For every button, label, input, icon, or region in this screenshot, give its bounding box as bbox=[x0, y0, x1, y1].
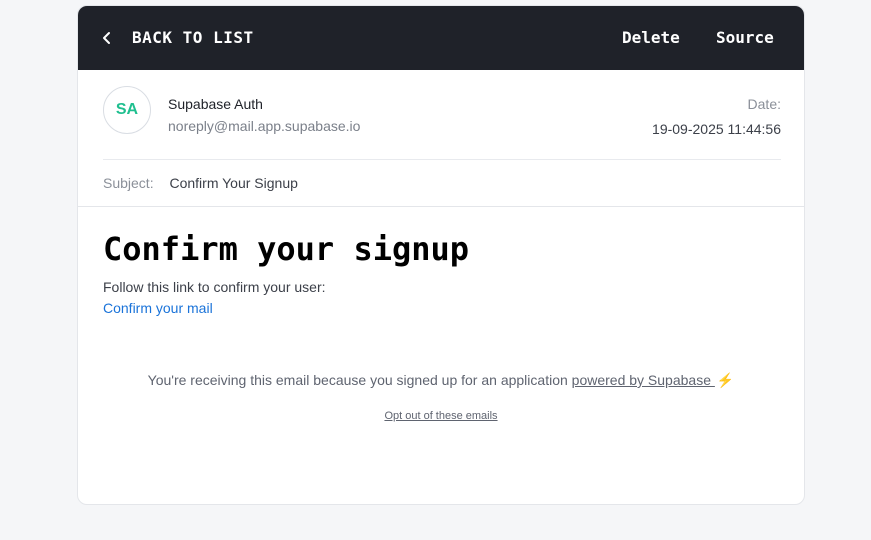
powered-by-supabase-link[interactable]: powered by Supabase bbox=[572, 372, 715, 388]
optout-link[interactable]: Opt out of these emails bbox=[384, 410, 497, 422]
avatar: SA bbox=[103, 86, 151, 134]
subject-label: Subject: bbox=[103, 175, 154, 191]
email-toolbar: BACK TO LIST Delete Source bbox=[78, 6, 804, 70]
sender-email: noreply@mail.app.supabase.io bbox=[168, 118, 361, 134]
footer-prefix: You're receiving this email because you … bbox=[147, 372, 572, 388]
email-headline: Confirm your signup bbox=[103, 230, 470, 268]
subject-value: Confirm Your Signup bbox=[169, 175, 298, 191]
sender-header: SA Supabase Auth noreply@mail.app.supaba… bbox=[103, 86, 781, 140]
sender-name: Supabase Auth bbox=[168, 96, 263, 112]
back-to-list-label: BACK TO LIST bbox=[132, 28, 254, 47]
date-label: Date: bbox=[747, 96, 781, 112]
email-footer-text: You're receiving this email because you … bbox=[78, 372, 804, 389]
subject-row: Subject: Confirm Your Signup bbox=[103, 175, 298, 191]
source-button[interactable]: Source bbox=[716, 28, 774, 47]
email-body-text: Follow this link to confirm your user: bbox=[103, 279, 326, 295]
header-divider bbox=[103, 159, 781, 160]
body-divider bbox=[78, 206, 804, 207]
optout-row: Opt out of these emails bbox=[78, 410, 804, 422]
back-to-list-button[interactable]: BACK TO LIST bbox=[102, 28, 254, 47]
chevron-left-icon bbox=[102, 30, 120, 46]
email-viewer-card: BACK TO LIST Delete Source SA Supabase A… bbox=[77, 5, 805, 505]
confirm-mail-link[interactable]: Confirm your mail bbox=[103, 300, 213, 316]
date-value: 19-09-2025 11:44:56 bbox=[652, 121, 781, 137]
delete-button[interactable]: Delete bbox=[622, 28, 680, 47]
lightning-icon: ⚡ bbox=[716, 372, 735, 388]
